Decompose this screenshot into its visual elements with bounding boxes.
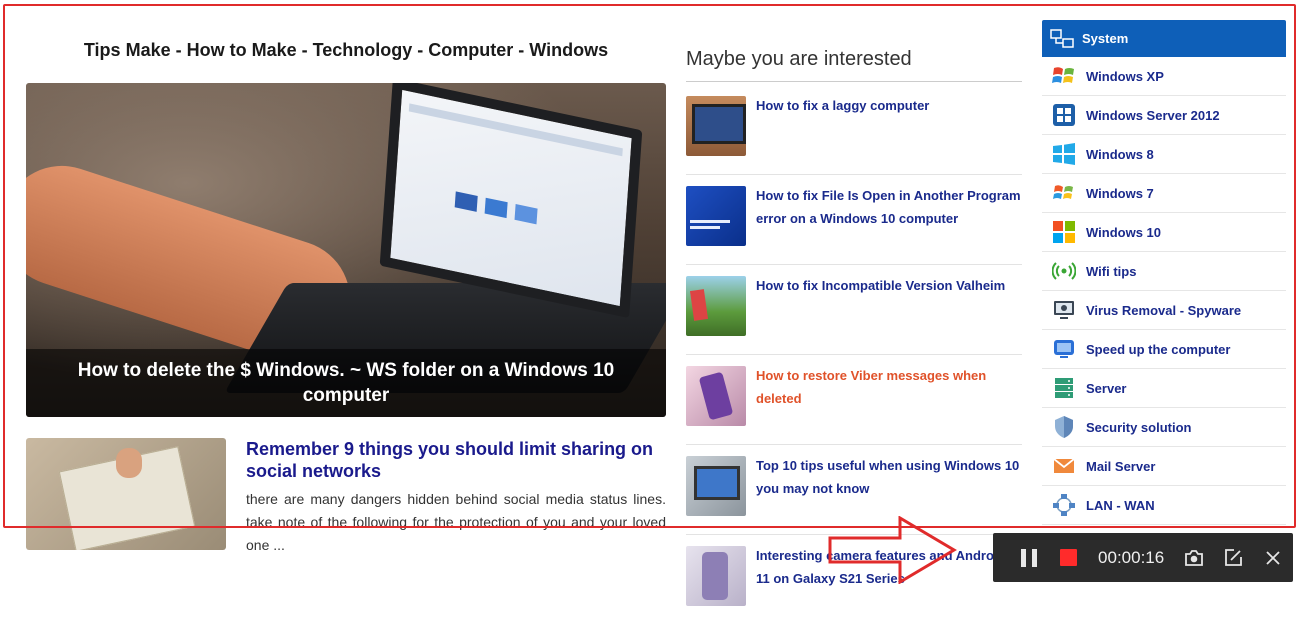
edit-icon bbox=[1225, 548, 1243, 566]
related-title[interactable]: How to fix a laggy computer bbox=[756, 94, 1022, 117]
sidebar-item-label: Windows Server 2012 bbox=[1086, 107, 1220, 123]
related-title[interactable]: Top 10 tips useful when using Windows 10… bbox=[756, 454, 1022, 500]
sidebar-item-label: LAN - WAN bbox=[1086, 497, 1155, 513]
featured-article[interactable]: How to delete the $ Windows. ~ WS folder… bbox=[26, 83, 666, 417]
featured-article-title[interactable]: How to delete the $ Windows. ~ WS folder… bbox=[26, 349, 666, 417]
speed-icon bbox=[1052, 337, 1076, 361]
related-thumbnail[interactable] bbox=[686, 96, 746, 156]
sidebar-item-security[interactable]: Security solution bbox=[1042, 408, 1286, 447]
related-title[interactable]: How to fix File Is Open in Another Progr… bbox=[756, 184, 1022, 230]
close-button[interactable] bbox=[1253, 533, 1293, 582]
sidebar-item-server[interactable]: Server bbox=[1042, 369, 1286, 408]
article-thumbnail[interactable] bbox=[26, 438, 226, 550]
sidebar-item-windows-7[interactable]: Windows 7 bbox=[1042, 174, 1286, 213]
site-title[interactable]: Tips Make - How to Make - Technology - C… bbox=[26, 40, 666, 61]
stop-button[interactable] bbox=[1049, 533, 1089, 582]
pause-button[interactable] bbox=[1009, 533, 1049, 582]
network-computers-icon bbox=[1050, 28, 1074, 50]
screenshot-button[interactable] bbox=[1174, 533, 1214, 582]
sidebar-item-label: Security solution bbox=[1086, 419, 1192, 435]
sidebar-item-label: Windows 10 bbox=[1086, 224, 1162, 240]
related-item[interactable]: How to restore Viber messages when delet… bbox=[686, 354, 1022, 445]
camera-icon bbox=[1184, 549, 1203, 566]
sidebar-item-label: Server bbox=[1086, 380, 1127, 396]
sidebar-item-label: Windows 8 bbox=[1086, 146, 1154, 162]
sidebar-item-virus-removal[interactable]: Virus Removal - Spyware bbox=[1042, 291, 1286, 330]
recording-timer: 00:00:16 bbox=[1098, 547, 1165, 567]
related-item[interactable]: How to fix File Is Open in Another Progr… bbox=[686, 174, 1022, 265]
sidebar-item-lan-wan[interactable]: LAN - WAN bbox=[1042, 486, 1286, 525]
related-item[interactable]: How to fix Incompatible Version Valheim bbox=[686, 264, 1022, 355]
sidebar-item-label: Windows XP bbox=[1086, 68, 1164, 84]
related-thumbnail[interactable] bbox=[686, 456, 746, 516]
close-icon bbox=[1266, 550, 1280, 565]
related-title[interactable]: How to fix Incompatible Version Valheim bbox=[756, 274, 1022, 297]
related-thumbnail[interactable] bbox=[686, 276, 746, 336]
annotation-arrow-icon bbox=[828, 516, 957, 584]
related-thumbnail[interactable] bbox=[686, 546, 746, 606]
mail-icon bbox=[1052, 454, 1076, 478]
windows-7-icon bbox=[1052, 181, 1076, 205]
sidebar-item-mail-server[interactable]: Mail Server bbox=[1042, 447, 1286, 486]
sidebar-item-windows-10[interactable]: Windows 10 bbox=[1042, 213, 1286, 252]
sidebar-item-label: Speed up the computer bbox=[1086, 341, 1231, 357]
screen-recorder-toolbar: 00:00:16 bbox=[993, 533, 1293, 582]
related-heading: Maybe you are interested bbox=[686, 48, 1022, 82]
server-icon bbox=[1052, 376, 1076, 400]
category-sidebar: System Windows XP Windows Server 2012 Wi… bbox=[1042, 20, 1286, 525]
related-title[interactable]: How to restore Viber messages when delet… bbox=[756, 364, 1022, 410]
sidebar-item-label: Windows 7 bbox=[1086, 185, 1154, 201]
shield-icon bbox=[1052, 415, 1076, 439]
related-thumbnail[interactable] bbox=[686, 366, 746, 426]
sidebar-item-wifi-tips[interactable]: Wifi tips bbox=[1042, 252, 1286, 291]
sidebar-item-label: Mail Server bbox=[1086, 458, 1156, 474]
windows-8-icon bbox=[1052, 142, 1076, 166]
sidebar-header[interactable]: System bbox=[1042, 20, 1286, 57]
annotate-button[interactable] bbox=[1214, 533, 1254, 582]
sidebar-item-windows-server-2012[interactable]: Windows Server 2012 bbox=[1042, 96, 1286, 135]
sidebar-item-speed-up[interactable]: Speed up the computer bbox=[1042, 330, 1286, 369]
sidebar-item-label: Wifi tips bbox=[1086, 263, 1137, 279]
windows-10-icon bbox=[1052, 220, 1076, 244]
network-icon bbox=[1052, 493, 1076, 517]
related-thumbnail[interactable] bbox=[686, 186, 746, 246]
virus-icon bbox=[1052, 298, 1076, 322]
wifi-icon bbox=[1051, 259, 1077, 283]
sidebar-item-label: Virus Removal - Spyware bbox=[1086, 302, 1242, 318]
sidebar-heading: System bbox=[1082, 31, 1129, 46]
windows-xp-icon bbox=[1052, 64, 1076, 88]
related-item[interactable]: How to fix a laggy computer bbox=[686, 84, 1022, 175]
sidebar-item-windows-xp[interactable]: Windows XP bbox=[1042, 57, 1286, 96]
article-description: there are many dangers hidden behind soc… bbox=[246, 491, 666, 553]
sidebar-item-windows-8[interactable]: Windows 8 bbox=[1042, 135, 1286, 174]
article-title[interactable]: Remember 9 things you should limit shari… bbox=[246, 438, 666, 482]
windows-server-icon bbox=[1052, 103, 1076, 127]
